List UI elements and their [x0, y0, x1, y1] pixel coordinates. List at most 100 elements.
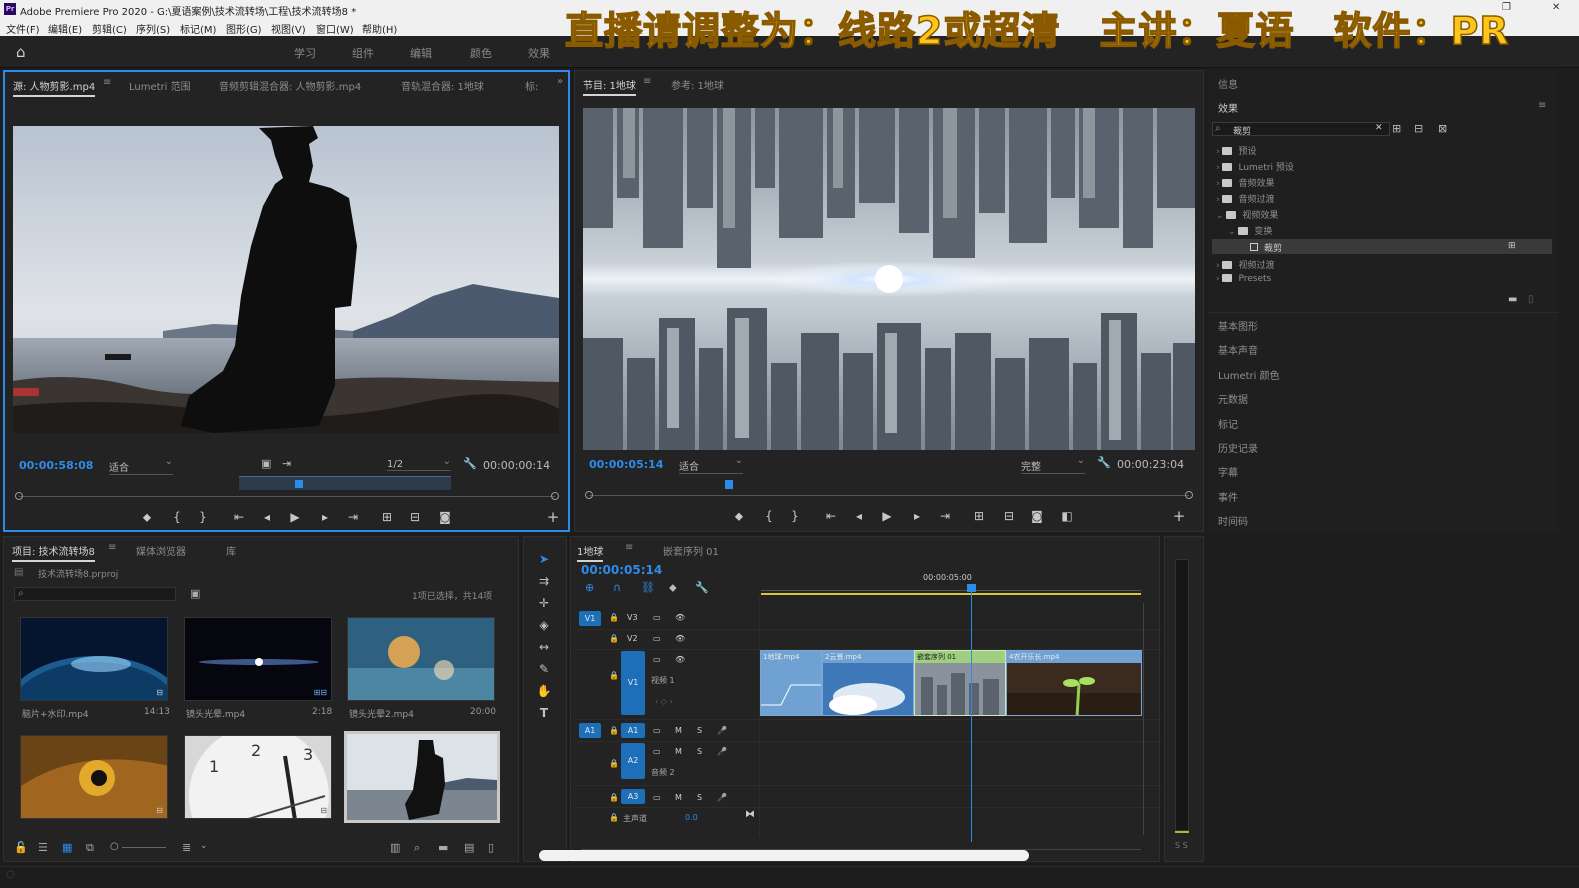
list-view-icon[interactable]: ☰	[38, 841, 48, 854]
project-item-thumbnail[interactable]: ⊟	[20, 617, 168, 701]
program-quality-dropdown[interactable]: 完整	[1021, 455, 1085, 474]
track-target-a2[interactable]: A2	[621, 743, 645, 779]
freeform-view-icon[interactable]: ⧉	[86, 841, 94, 855]
project-search-input[interactable]: ⌕	[14, 587, 176, 601]
track-target-a3[interactable]: A3	[621, 789, 645, 804]
wrench-icon[interactable]: 🔧	[1097, 456, 1111, 469]
tab-audio-clip-mixer[interactable]: 音频剪辑混合器: 人物剪影.mp4	[219, 78, 361, 93]
timeline-playhead[interactable]	[971, 590, 972, 842]
program-playhead-timecode[interactable]: 00:00:05:14	[589, 458, 663, 471]
source-video-frame[interactable]	[13, 126, 559, 433]
source-scrub-start[interactable]	[15, 492, 23, 500]
tab-source[interactable]: 源: 人物剪影.mp4	[13, 78, 96, 97]
project-item-thumbnail[interactable]: 1 2 3 ⊟	[184, 735, 332, 819]
tab-menu-icon[interactable]: ≡	[625, 542, 633, 553]
sync-lock-icon[interactable]: ▭	[653, 793, 661, 802]
project-item-thumbnail[interactable]	[347, 617, 495, 701]
program-scrub-end[interactable]	[1185, 491, 1193, 499]
slip-tool-icon[interactable]: ↔	[536, 639, 552, 655]
tab-markers[interactable]: 标:	[525, 78, 538, 93]
sort-icon[interactable]: ≣	[182, 841, 191, 854]
linked-selection-icon[interactable]: ⛓	[641, 581, 655, 594]
source-resolution-dropdown[interactable]: 1/2	[387, 456, 451, 471]
overwrite-icon[interactable]: ⊟	[407, 510, 423, 524]
tree-item-transform[interactable]: ⌄ 变换	[1228, 224, 1272, 237]
tree-item-video-transitions[interactable]: › 视频过渡	[1216, 258, 1274, 271]
tab-program[interactable]: 节目: 1地球	[583, 77, 636, 96]
tab-nested-sequence[interactable]: 嵌套序列 01	[663, 543, 719, 558]
source-scrub-end[interactable]	[551, 492, 559, 500]
menu-help[interactable]: 帮助(H)	[362, 21, 397, 36]
sync-lock-icon[interactable]: ▭	[653, 726, 661, 735]
source-fit-dropdown[interactable]: 适合	[109, 456, 173, 475]
project-item-thumbnail-selected[interactable]	[344, 731, 500, 823]
workspace-learn[interactable]: 学习	[294, 45, 316, 61]
export-frame-icon[interactable]: ◙	[1029, 509, 1045, 523]
wrench-icon[interactable]: 🔧	[463, 457, 477, 470]
tab-libraries[interactable]: 库	[226, 543, 236, 558]
add-marker-icon[interactable]: ⬥	[669, 581, 677, 595]
button-editor-add-icon[interactable]: +	[1171, 509, 1187, 524]
new-item-icon[interactable]: ▤	[464, 841, 474, 854]
solo-button[interactable]: S	[697, 747, 702, 756]
menu-edit[interactable]: 编辑(E)	[48, 21, 82, 36]
workspace-color[interactable]: 颜色	[470, 45, 492, 61]
extract-icon[interactable]: ⊟	[1001, 509, 1017, 523]
track-target-v1[interactable]: V1	[621, 651, 645, 715]
tab-sequence-earth[interactable]: 1地球	[577, 543, 604, 562]
track-target-a1[interactable]: A1	[621, 723, 645, 738]
source-zoom-bar[interactable]	[239, 476, 451, 490]
pen-tool-icon[interactable]: ✎	[536, 661, 552, 677]
tree-item-video-effects[interactable]: ⌄ 视频效果	[1216, 208, 1278, 221]
tree-item-presets[interactable]: › 预设	[1216, 144, 1256, 157]
lock-icon[interactable]: 🔒	[609, 793, 619, 802]
solo-button[interactable]: S	[697, 793, 702, 802]
tab-menu-icon[interactable]: ≡	[103, 77, 111, 88]
timeline-clip[interactable]: 2云景.mp4	[822, 650, 914, 716]
collapse-track-icon[interactable]: ⧓	[745, 809, 755, 820]
step-back-icon[interactable]: ◂	[259, 510, 275, 524]
tab-audio-track-mixer[interactable]: 音轨混合器: 1地球	[401, 78, 484, 93]
tab-project[interactable]: 项目: 技术流转场8	[12, 543, 95, 562]
eye-icon[interactable]: 👁	[675, 613, 685, 622]
effects-search-box[interactable]: ⌕ 裁剪 ✕	[1212, 122, 1390, 137]
source-patch-a1[interactable]: A1	[579, 723, 601, 738]
timeline-clip[interactable]: 1地球.mp4	[760, 650, 822, 716]
automate-to-sequence-icon[interactable]: ▥	[390, 841, 400, 854]
hand-tool-icon[interactable]: ✋	[536, 683, 552, 699]
work-area-bar[interactable]	[761, 593, 1141, 595]
tree-item-audio-effects[interactable]: › 音频效果	[1216, 176, 1274, 189]
tree-item-crop[interactable]: 裁剪	[1250, 241, 1282, 254]
add-marker-icon[interactable]: ⬥	[139, 510, 155, 524]
tree-item-audio-transitions[interactable]: › 音频过渡	[1216, 192, 1274, 205]
lock-icon[interactable]: 🔒	[609, 813, 619, 822]
ripple-edit-tool-icon[interactable]: ✛	[536, 595, 552, 611]
tab-menu-icon[interactable]: ≡	[643, 76, 651, 87]
sort-dropdown-chevron-icon[interactable]: ⌄	[200, 841, 208, 851]
tab-menu-icon[interactable]: ≡	[108, 542, 116, 553]
panel-metadata[interactable]: 元数据	[1218, 391, 1248, 406]
program-playhead-marker[interactable]	[725, 480, 733, 489]
icon-view-icon[interactable]: ▦	[62, 841, 72, 854]
source-playhead-marker[interactable]	[295, 480, 303, 488]
yuv-effects-icon[interactable]: ⊠	[1438, 122, 1447, 135]
panel-essential-sound[interactable]: 基本声音	[1218, 342, 1258, 357]
razor-tool-icon[interactable]: ◈	[536, 617, 552, 633]
program-scrub-track[interactable]	[589, 495, 1189, 496]
menu-view[interactable]: 视图(V)	[271, 21, 306, 36]
effects-search-input[interactable]: 裁剪	[1233, 124, 1251, 137]
tree-item-presets-en[interactable]: › Presets	[1216, 274, 1271, 284]
close-window-icon[interactable]: ✕	[1552, 2, 1560, 13]
project-item-thumbnail[interactable]: ⊟	[20, 735, 168, 819]
menu-graphics[interactable]: 图形(G)	[226, 21, 262, 36]
play-icon[interactable]: ▶	[287, 510, 303, 524]
lock-icon[interactable]: 🔒	[609, 759, 619, 768]
playhead-handle[interactable]	[967, 584, 976, 592]
menu-window[interactable]: 窗口(W)	[316, 21, 354, 36]
timeline-clip-nested[interactable]: 嵌套序列 01	[914, 650, 1006, 716]
insert-nest-icon[interactable]: ⊕	[585, 581, 594, 594]
mark-in-icon[interactable]: {	[761, 509, 777, 523]
workspace-editing[interactable]: 编辑	[410, 45, 432, 61]
tab-lumetri-scopes[interactable]: Lumetri 范围	[129, 78, 191, 93]
selection-tool-icon[interactable]: ➤	[536, 551, 552, 567]
